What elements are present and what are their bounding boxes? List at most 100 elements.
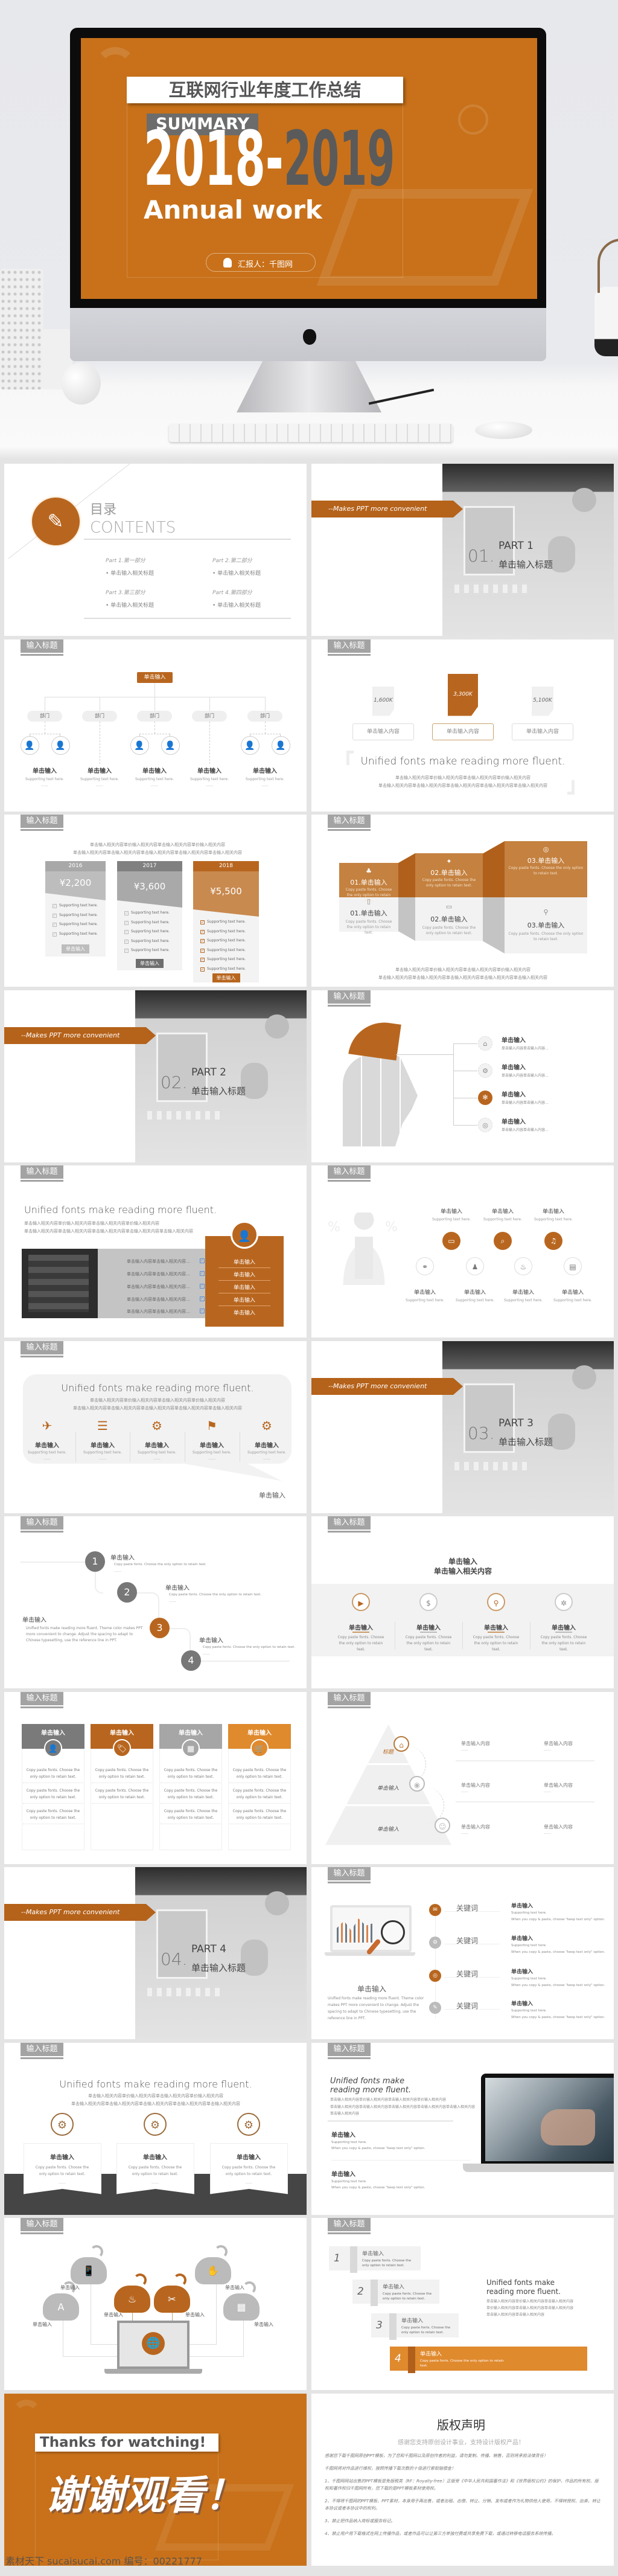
headline: Unified fonts make reading more fluent. [360,755,565,767]
pin-row-graphic [147,1110,220,1120]
connector-line [154,696,155,711]
timeline-step-number: 3 [150,1618,170,1638]
capacitor-graphic [572,1365,596,1389]
feature-icon: ☰ [97,1418,108,1433]
body-text-line: 单击输入相关内容 [330,2111,360,2116]
pyramid-item: 单击输入内容 [461,1782,490,1788]
slide-stairs: 输入标题 1 单击输入 Copy paste fonts. Choose the on… [311,2218,614,2390]
network-title: 单击输入 [413,1290,436,1296]
member-support: Supporting text here. [135,777,174,781]
network-support: Supporting text here. [553,1298,593,1302]
globe-icon: 🌐 [142,2332,165,2355]
divider [84,539,291,540]
feature-support: Supporting text here. [83,1450,123,1455]
toc-part-item[interactable]: • 单击输入相关标题 [212,569,261,577]
stair-title: 单击输入 [420,2351,442,2357]
cloud-icon: A [43,2293,79,2321]
feature-title: 单击输入 [91,1442,115,1449]
checkbox-icon: ✓ [200,1271,205,1276]
plan-year-header: 2018 [193,861,259,871]
slide-icon-network: 输入标题%% 单击输入 Supporting text here. ▭ 单击输入 Supp… [311,1165,614,1338]
toc-part-label: Part 3.第三部分 [106,590,145,596]
cloud-icon: ♨ [114,2286,150,2313]
body-text-line: 单击输入相关内容单击输入相关内容单击输入相关内容单击输入相关内容单击输入相关内容 [73,850,242,855]
feature-dots: …… [263,1456,270,1461]
plan-button[interactable]: 单击输入 [136,959,164,968]
toc-part-item[interactable]: • 单击输入相关标题 [106,569,154,577]
stair-text: Copy paste fonts. Choose the only option… [383,2292,432,2301]
stair-post [408,2347,415,2373]
checkbox-icon: ✓ [200,939,205,943]
heading-underline [328,1882,371,1883]
body-text-line: 单击输入相关内容单击输入相关内容单击输入相关内容单击输入相关内容单击输入相关内容 [330,2104,476,2109]
slide-heading-tag: 输入标题 [328,990,371,1004]
keyword-icon: ⚙ [429,1937,441,1949]
step-top-title: 03.单击输入 [527,857,565,865]
slide-heading-tag: 输入标题 [328,815,371,828]
divider [331,2159,470,2161]
hero-title: 互联网行业年度工作总结 [127,77,403,103]
heading-underline [21,2232,63,2234]
pyramid-dots: …… [461,1789,468,1793]
title-underline [420,1632,437,1633]
row-divider [229,1802,290,1804]
network-title: 单击输入 [561,1290,584,1296]
feature-title: 单击输入 [255,1442,279,1449]
toc-part-item[interactable]: • 单击输入相关标题 [212,601,261,609]
cloud-icon: ✂ [154,2286,190,2313]
plan-feature: Supporting text here. [59,922,98,926]
gear-icon: ⚙ [237,2112,260,2136]
tagline-banner: --Makes PPT more convenient [311,1377,453,1395]
keyword-label: 关键词 [456,1904,479,1912]
slide-heading-tag: 输入标题 [328,1165,371,1179]
department-node: 部门 [27,710,62,722]
plan-button[interactable]: 单击输入 [62,944,89,953]
network-support: Supporting text here. [455,1298,495,1302]
column-text: Copy paste fonts. Choose the only option… [95,1767,149,1779]
member-dots: …… [96,783,103,787]
dashed-connector [209,721,210,764]
network-title: 单击输入 [440,1209,462,1215]
content-button[interactable]: 单击输入内容 [352,723,414,740]
wifi-signal-icon [133,2273,147,2287]
connector-line [396,1054,453,1055]
slide-heading-tag: 输入标题 [328,639,371,653]
body-text-line: 单击输入相关内容单击输入相关内容单击输入相关内容单击输入相关内容单击输入相关内容 [71,2101,240,2106]
content-button[interactable]: 单击输入内容 [432,723,494,740]
body-text-line: 单击输入相关内容单价输入相关内容单击输入相关内容单价输入相关内容 [330,2097,447,2102]
heading-underline [21,653,63,656]
department-node: 部门 [247,710,282,722]
hero-mockup: 互联网行业年度工作总结 SUMMARY 2018- 2019 Annual work 汇报… [0,0,618,459]
column-text: Copy paste fonts. Choose the only option… [232,1809,287,1820]
plan-feature: Supporting text here. [59,931,98,936]
row-divider [92,1802,152,1804]
head-item-title: 单击输入 [502,1091,526,1098]
stair-text: Copy paste fonts. Choose the only option… [362,2259,412,2267]
column-text: Copy paste fonts. Choose the only option… [164,1809,218,1820]
plan-button[interactable]: 单击输入 [212,973,240,982]
content-button[interactable]: 单击输入内容 [512,723,573,740]
body-text-line: 单击输入相关内容单击输入相关内容单击输入相关内容单击输入相关内容单击输入相关内容 [24,1229,193,1234]
slide-laptop-photo: 输入标题 Unified fonts make reading more fluen… [311,2042,614,2215]
plan-feature: Supporting text here. [59,912,98,917]
plan-feature: Supporting text here. [207,929,246,934]
connector-line [63,2321,118,2357]
slide-3d-steps: 输入标题 ♣ 01.单击输入 Copy paste fonts. Choose the… [311,815,614,987]
body-text-line: 单击输入相关内容单击输入相关内容单击输入相关内容单击输入相关内容单击输入相关内容 [378,975,547,980]
cloud-label: 单击输入 [225,2285,244,2290]
stat-value: 1,600K [374,697,393,703]
divider [75,1431,76,1462]
feature-title: 单击输入 [145,1442,169,1449]
feature-support: Supporting text here. [137,1450,177,1455]
tab-divider [218,1267,270,1268]
banner-arrow-icon [453,501,463,517]
keyword-support: Supporting text here. [511,1944,547,1947]
banner-arrow-icon [146,1904,156,1921]
list-row-text: 单击输入内容单击输入相关内容… [127,1309,190,1314]
feature-icon: ⚲ [487,1593,505,1611]
network-support: Supporting text here. [483,1217,523,1222]
toc-part-item[interactable]: • 单击输入相关标题 [106,601,154,609]
column-text: Copy paste fonts. Choose the only option… [164,1767,218,1779]
step-icon: ⚲ [543,908,549,916]
keyword-note: When you copy & paste, choose "keep text… [511,1950,605,1954]
